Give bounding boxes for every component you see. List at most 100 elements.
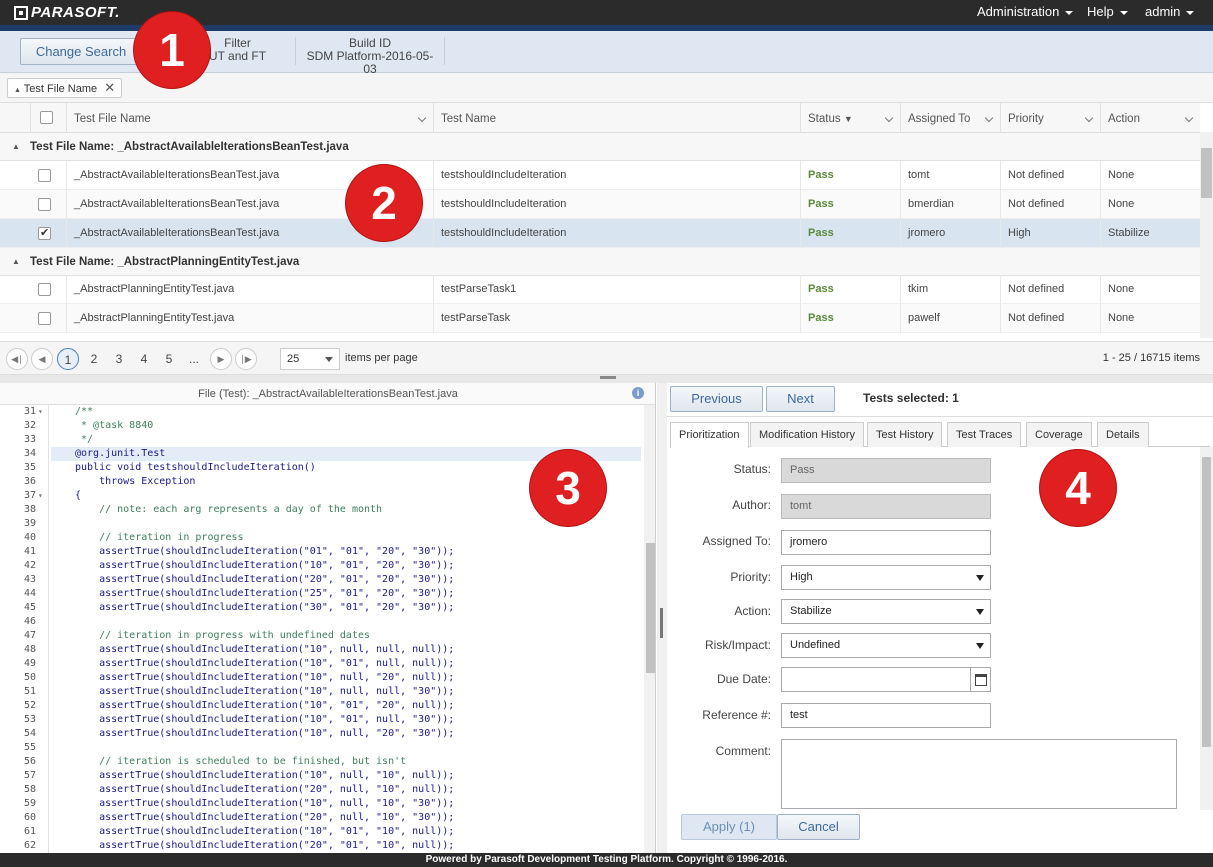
apply-button[interactable]: Apply (1) [681,814,777,840]
menu-admin-user[interactable]: admin [1145,4,1195,19]
column-menu-icon[interactable] [884,113,894,123]
table-row[interactable]: _AbstractPlanningEntityTest.java testPar… [0,304,1200,333]
row-checkbox[interactable] [38,198,51,211]
code-line: assertTrue(shouldIncludeIteration("30", … [75,602,455,613]
row-checkbox[interactable] [38,283,51,296]
page-2-button[interactable]: 2 [83,348,105,370]
group-header-row[interactable]: ▲ Test File Name: _AbstractPlanningEntit… [0,248,1200,276]
tab-modification-history[interactable]: Modification History [750,422,864,447]
column-header-test-name[interactable]: Test Name [433,103,800,133]
row-checkbox[interactable] [38,219,51,248]
code-line: assertTrue(shouldIncludeIteration("10", … [75,826,455,837]
group-title: Test File Name: _AbstractAvailableIterat… [30,141,349,153]
cell-priority: Not defined [1000,161,1100,190]
table-row[interactable]: _AbstractPlanningEntityTest.java testPar… [0,275,1200,304]
previous-button[interactable]: Previous [670,386,763,412]
column-label: Assigned To [908,113,971,125]
table-row-partial[interactable] [0,333,1200,341]
items-per-page-select[interactable]: 25 [280,348,340,370]
items-per-page-value: 25 [287,353,300,365]
build-id-criteria: Build ID SDM Platform-2016-05-03 [300,37,440,76]
page-3-button[interactable]: 3 [108,348,130,370]
code-scrollbar-thumb[interactable] [646,543,655,673]
next-button[interactable]: Next [766,386,835,412]
group-header-row[interactable]: ▲ Test File Name: _AbstractAvailableIter… [0,133,1200,161]
cell-status: Pass [800,161,900,190]
menu-administration[interactable]: Administration [977,4,1074,19]
column-header-priority[interactable]: Priority [1000,103,1100,133]
details-scrollbar-thumb[interactable] [1202,457,1211,747]
cell-priority: Not defined [1000,304,1100,333]
change-search-button[interactable]: Change Search [20,38,142,65]
due-date-input[interactable] [781,667,971,692]
cell-test-name: testParseTask1 [433,275,800,304]
brand-text: PARASOFT. [31,4,120,21]
grid-scrollbar-thumb[interactable] [1201,148,1212,198]
collapse-group-icon[interactable]: ▲ [12,133,20,161]
column-menu-icon[interactable] [1184,113,1194,123]
remove-group-icon[interactable]: ✕ [104,80,115,95]
tab-coverage[interactable]: Coverage [1026,422,1092,447]
test-details-panel: Previous Next Tests selected: 1 Prioriti… [667,383,1213,853]
risk-impact-select[interactable]: Undefined [781,633,991,658]
tab-details[interactable]: Details [1097,422,1149,447]
author-label: Author: [732,498,771,512]
code-line: * @task 8840 [75,420,154,431]
tab-test-history[interactable]: Test History [867,422,943,447]
comment-textarea[interactable] [781,739,1177,809]
cell-assigned-to: tkim [900,275,1000,304]
column-header-test-file-name[interactable]: Test File Name [66,103,433,133]
column-header-status[interactable]: Status ▼ [800,103,900,133]
due-date-label: Due Date: [716,672,771,686]
vertical-splitter[interactable] [657,383,667,853]
splitter-grip-icon[interactable] [660,608,663,638]
calendar-icon[interactable] [970,667,991,692]
prev-page-icon[interactable]: ◀ [31,348,53,370]
cancel-button[interactable]: Cancel [777,814,860,840]
select-all-checkbox[interactable] [40,111,53,124]
priority-select[interactable]: High [781,565,991,590]
group-chip-test-file-name[interactable]: ▲ Test File Name ✕ [7,78,123,98]
next-page-icon[interactable]: ▶ [210,348,232,370]
column-menu-icon[interactable] [984,113,994,123]
code-line: assertTrue(shouldIncludeIteration("10", … [75,560,455,571]
line-number: 44 [23,588,36,599]
last-page-icon[interactable]: ∣▶ [235,348,257,370]
first-page-icon[interactable]: ◀∣ [6,348,28,370]
line-number: 32 [23,420,36,431]
collapse-group-icon[interactable]: ▲ [12,248,20,276]
page-5-button[interactable]: 5 [158,348,180,370]
line-number: 55 [23,742,36,753]
fold-toggle-icon[interactable]: ▾ [38,489,43,503]
grid-header: Test File Name Test Name Status ▼ Assign… [0,103,1200,133]
row-checkbox[interactable] [38,312,51,325]
reference-input[interactable]: test [781,703,991,728]
column-header-action[interactable]: Action [1100,103,1200,133]
table-row[interactable]: _AbstractAvailableIterationsBeanTest.jav… [0,190,1200,219]
tab-prioritization[interactable]: Prioritization [670,422,749,448]
table-row-selected[interactable]: _AbstractAvailableIterationsBeanTest.jav… [0,219,1200,248]
page-1-button[interactable]: 1 [57,348,79,370]
code-panel-header: File (Test): _AbstractAvailableIteration… [0,383,655,405]
assigned-to-input[interactable]: jromero [781,530,991,555]
row-checkbox[interactable] [38,169,51,182]
splitter-handle-icon[interactable] [600,376,616,379]
info-icon[interactable]: i [632,387,644,399]
action-select[interactable]: Stabilize [781,599,991,624]
tab-test-traces[interactable]: Test Traces [947,422,1022,447]
column-menu-icon[interactable] [1084,113,1094,123]
cell-action: None [1100,190,1200,219]
menu-help[interactable]: Help [1087,4,1128,19]
column-menu-icon[interactable] [417,113,427,123]
column-header-assigned-to[interactable]: Assigned To [900,103,1000,133]
more-pages-button[interactable]: ... [183,348,205,370]
cell-priority: High [1000,219,1100,248]
table-row[interactable]: _AbstractAvailableIterationsBeanTest.jav… [0,161,1200,190]
line-number: 53 [23,714,36,725]
horizontal-splitter[interactable] [0,375,1213,383]
cell-test-name: testshouldIncludeIteration [433,219,800,248]
risk-impact-label: Risk/Impact: [704,638,771,652]
code-line: assertTrue(shouldIncludeIteration("10", … [75,798,455,809]
fold-toggle-icon[interactable]: ▾ [38,405,43,419]
page-4-button[interactable]: 4 [133,348,155,370]
